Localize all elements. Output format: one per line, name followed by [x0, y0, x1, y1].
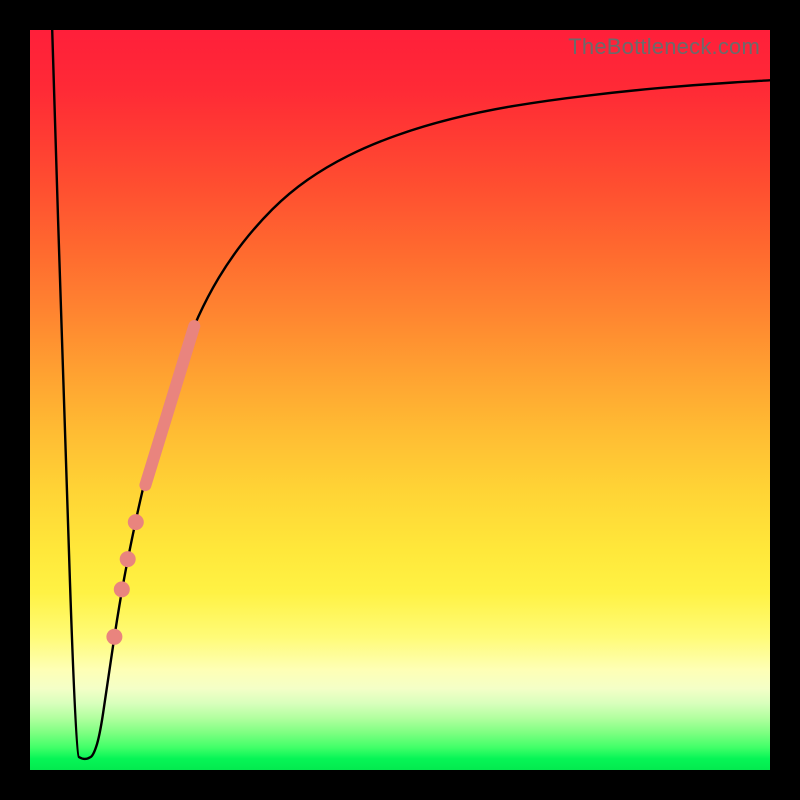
highlight-dot: [128, 514, 144, 530]
highlight-dot: [114, 581, 130, 597]
highlight-dot: [120, 551, 136, 567]
chart-frame: TheBottleneck.com: [0, 0, 800, 800]
bottleneck-curve: [52, 30, 770, 759]
highlight-dot: [106, 629, 122, 645]
highlight-band: [145, 326, 194, 485]
plot-area: TheBottleneck.com: [30, 30, 770, 770]
curve-layer: [30, 30, 770, 770]
